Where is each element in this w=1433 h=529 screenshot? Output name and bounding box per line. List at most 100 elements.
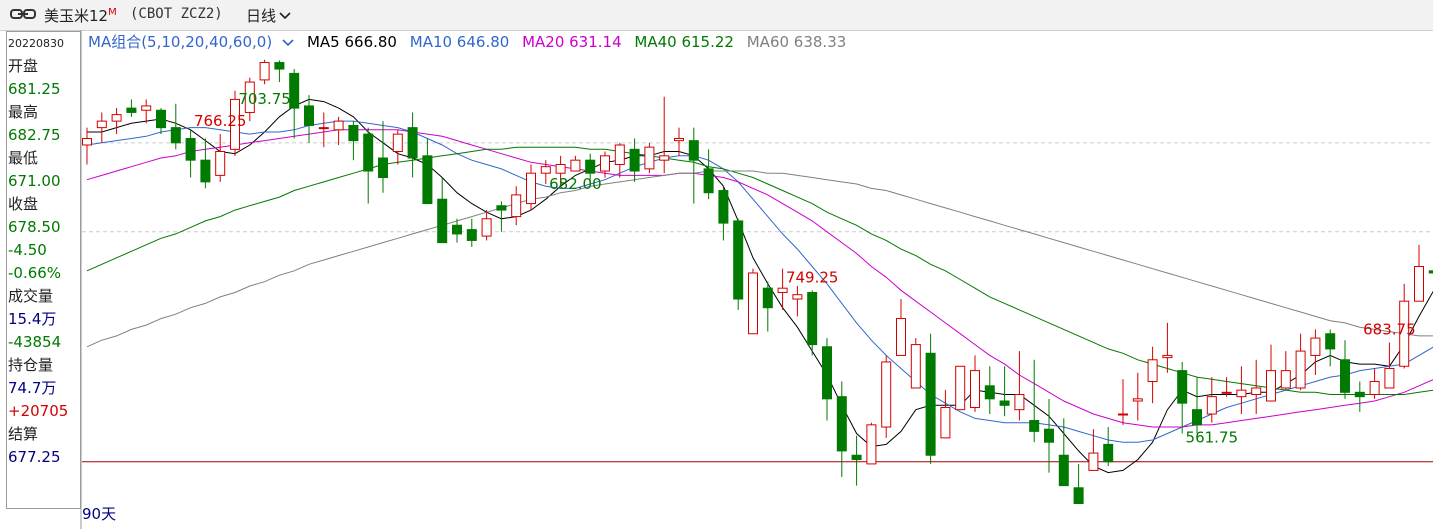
candle — [955, 365, 966, 411]
candle-body — [1206, 396, 1217, 415]
candle-body — [422, 155, 433, 205]
candle — [984, 366, 995, 415]
candle — [437, 177, 448, 244]
candle-body — [1103, 443, 1114, 463]
candle — [1251, 359, 1262, 415]
candle-body — [822, 346, 832, 400]
candle — [1103, 427, 1114, 467]
candle — [170, 103, 181, 150]
ma-group-selector[interactable]: MA组合(5,10,20,40,60,0) — [88, 33, 294, 51]
candle — [1162, 322, 1173, 373]
candle — [822, 338, 832, 421]
candle-body — [984, 385, 995, 400]
candle-body — [955, 365, 966, 411]
candle — [1014, 351, 1025, 421]
candle — [1073, 463, 1084, 505]
candle — [259, 59, 270, 85]
candle — [1310, 329, 1321, 375]
candle — [1221, 377, 1232, 397]
candle-body — [1162, 354, 1173, 359]
candle — [1325, 329, 1336, 367]
extreme-price-label: 703.75 — [238, 90, 291, 108]
candle-body — [185, 137, 196, 161]
candle-body — [1414, 265, 1424, 302]
chevron-down-icon — [282, 39, 294, 47]
candle-body — [1221, 391, 1232, 394]
extreme-price-label: 682.00 — [549, 175, 602, 193]
candle-body — [540, 166, 551, 174]
candle-body — [762, 287, 773, 309]
candle — [333, 116, 344, 145]
days-label: 90天 — [82, 505, 117, 523]
candle — [1384, 342, 1395, 389]
candle-body — [585, 159, 596, 174]
candle — [733, 218, 744, 310]
ma10-legend: MA10 646.80 — [409, 33, 510, 51]
candle-body — [526, 172, 536, 205]
candle-body — [511, 194, 522, 218]
ma-legend: MA组合(5,10,20,40,60,0) MA5 666.80 MA10 64… — [88, 31, 854, 51]
candle-body — [274, 62, 285, 70]
candle-body — [1058, 454, 1069, 487]
candle-body — [407, 127, 418, 159]
candle — [1340, 340, 1350, 399]
candle-body — [141, 105, 152, 111]
candle-body — [259, 62, 270, 81]
ma40-legend: MA40 615.22 — [634, 33, 734, 51]
candle-body — [1073, 487, 1084, 505]
candle — [1428, 270, 1433, 274]
candle-body — [718, 190, 729, 224]
price-chart[interactable]: 766.25 749.25 703.75 682.00 561.75 683.75 — [0, 0, 1433, 529]
candle-body — [970, 370, 980, 409]
candle-body — [925, 352, 936, 456]
candle-body — [688, 140, 699, 161]
candle — [481, 210, 492, 241]
candle — [718, 186, 729, 241]
candle-body — [481, 218, 492, 237]
candle — [703, 149, 714, 200]
candle — [363, 127, 374, 204]
candle-body — [881, 361, 892, 428]
candle — [1369, 368, 1380, 399]
extreme-price-label: 749.25 — [786, 268, 839, 286]
candle — [1192, 377, 1202, 434]
candle-body — [1192, 409, 1202, 426]
candle-body — [318, 127, 329, 130]
candle — [644, 142, 655, 174]
candle-body — [555, 164, 566, 174]
candle-body — [792, 294, 803, 300]
candle-body — [1384, 367, 1395, 389]
candle-body — [289, 72, 300, 109]
candle — [1354, 381, 1365, 412]
candle-body — [111, 114, 122, 122]
ma-line-ma5 — [87, 98, 1433, 474]
candle — [289, 69, 300, 139]
candle-body — [659, 155, 670, 161]
candle-body — [1029, 420, 1040, 432]
candle — [1132, 372, 1143, 421]
candle — [910, 338, 921, 389]
candle-body — [437, 198, 448, 244]
candle — [999, 366, 1010, 417]
candle — [392, 129, 403, 165]
candle — [792, 286, 803, 317]
candle — [1118, 379, 1128, 425]
candle-body — [348, 124, 359, 142]
candle — [1280, 351, 1291, 391]
candle-body — [1118, 413, 1128, 416]
candle-body — [1325, 333, 1336, 350]
candle-body — [1266, 370, 1276, 402]
candle — [511, 186, 522, 226]
candle — [141, 99, 152, 124]
extreme-price-label: 683.75 — [1363, 320, 1416, 338]
candle-body — [1044, 428, 1054, 443]
candle — [304, 95, 314, 143]
candle-body — [1088, 452, 1099, 471]
candle-body — [363, 133, 374, 172]
extreme-price-label: 766.25 — [194, 112, 247, 130]
candle — [378, 121, 388, 193]
ma20-legend: MA20 631.14 — [522, 33, 622, 51]
candle-body — [910, 344, 921, 389]
candle — [1029, 359, 1040, 443]
candle — [466, 218, 477, 247]
